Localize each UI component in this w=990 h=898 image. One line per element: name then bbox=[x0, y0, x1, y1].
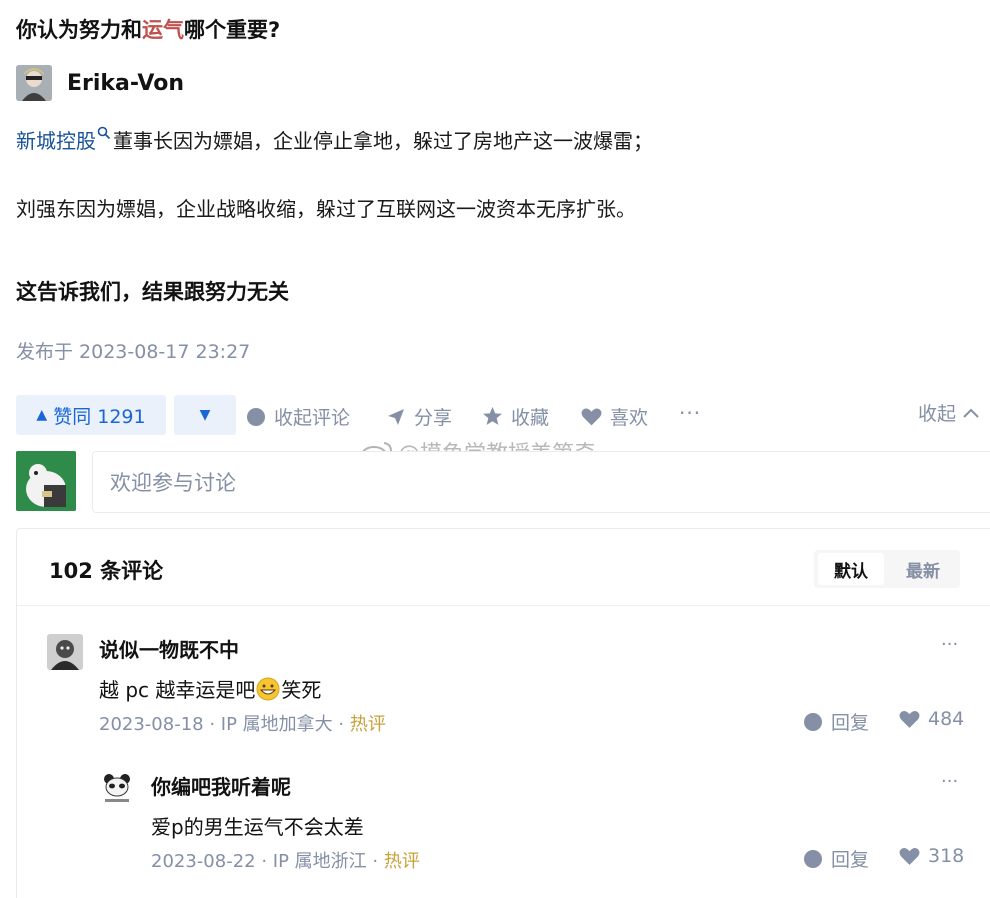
question-title-highlight: 运气 bbox=[142, 18, 184, 42]
comment-date: 2023-08-22 bbox=[151, 851, 256, 872]
like-label: 喜欢 bbox=[610, 407, 649, 429]
comment-count: 102 条评论 bbox=[49, 559, 164, 583]
sort-default-tab[interactable]: 默认 bbox=[818, 553, 884, 585]
comment-input[interactable]: 欢迎参与讨论 bbox=[92, 451, 990, 513]
comment-item: 你编吧我听着呢 ··· 爱p的男生运气不会太差 2023-08-22 · IP … bbox=[99, 771, 990, 881]
comment-author[interactable]: 说似一物既不中 bbox=[99, 634, 239, 663]
share-label: 分享 bbox=[414, 407, 453, 429]
sort-switch: 默认 最新 bbox=[814, 550, 960, 588]
comment-text: 越 pc 越幸运是吧 笑死 bbox=[99, 674, 321, 703]
heart-icon bbox=[899, 710, 920, 728]
answer-line-2: 刘强东因为嫖娼，企业战略收缩，躲过了互联网这一波资本无序扩张。 bbox=[16, 197, 636, 221]
my-avatar-image bbox=[16, 451, 76, 511]
meta-separator: · bbox=[372, 851, 384, 872]
author-row: Erika-Von bbox=[16, 64, 184, 102]
comment-input-row: 欢迎参与讨论 bbox=[16, 451, 990, 513]
grin-emoji-icon bbox=[256, 677, 280, 700]
meta-separator: · bbox=[209, 714, 221, 735]
star-icon bbox=[483, 407, 502, 425]
comment-ip-location: IP 属地浙江 bbox=[272, 851, 367, 872]
comment-like-count: 484 bbox=[928, 708, 965, 730]
comments-header: 102 条评论 默认 最新 bbox=[17, 529, 990, 606]
sort-latest-tab[interactable]: 最新 bbox=[890, 553, 956, 585]
meta-separator: · bbox=[261, 851, 273, 872]
reply-label: 回复 bbox=[831, 849, 870, 871]
comment-like-count: 318 bbox=[928, 845, 965, 867]
comment-meta: 2023-08-18 · IP 属地加拿大 · 热评 bbox=[99, 710, 386, 736]
collapse-comments-label: 收起评论 bbox=[274, 407, 351, 429]
comment-avatar-image bbox=[99, 771, 135, 807]
reply-bubble-icon bbox=[804, 849, 822, 868]
question-title-part1: 你认为努力和 bbox=[16, 18, 142, 42]
share-icon bbox=[388, 408, 404, 425]
reply-button[interactable]: 回复 bbox=[803, 845, 869, 872]
like-button[interactable]: 喜欢 bbox=[581, 403, 648, 430]
author-name[interactable]: Erika-Von bbox=[67, 71, 184, 96]
heart-icon bbox=[899, 847, 920, 865]
meta-separator: · bbox=[338, 714, 350, 735]
upvote-arrow-icon: ▲ bbox=[36, 407, 48, 423]
keyword-link[interactable]: 新城控股 bbox=[16, 129, 96, 153]
publish-time: 发布于 2023-08-17 23:27 bbox=[16, 341, 251, 363]
downvote-arrow-icon: ▼ bbox=[199, 407, 211, 423]
action-bar: ▲ 赞同 1291 ▼ 收起评论 分享 收藏 喜欢 ··· 收起 bbox=[16, 393, 990, 437]
reply-button[interactable]: 回复 bbox=[803, 708, 869, 735]
comment-item: 说似一物既不中 ··· 越 pc 越幸运是吧 笑死 2023-08-18 · I… bbox=[47, 634, 990, 744]
comment-like-button[interactable]: 484 bbox=[899, 708, 964, 730]
my-avatar[interactable] bbox=[16, 451, 76, 511]
comment-like-button[interactable]: 318 bbox=[899, 845, 964, 867]
comment-date: 2023-08-18 bbox=[99, 714, 204, 735]
answer-line-3: 这告诉我们，结果跟努力无关 bbox=[16, 280, 289, 304]
chevron-up-icon bbox=[963, 408, 979, 418]
comment-bubble-icon bbox=[247, 407, 265, 426]
comment-avatar[interactable] bbox=[99, 771, 135, 807]
question-title[interactable]: 你认为努力和运气哪个重要? bbox=[16, 14, 280, 44]
more-options-button[interactable]: ··· bbox=[679, 401, 701, 425]
collapse-answer-button[interactable]: 收起 bbox=[918, 399, 980, 426]
author-avatar[interactable] bbox=[16, 65, 52, 101]
hot-comment-badge: 热评 bbox=[383, 851, 420, 872]
comment-ip-location: IP 属地加拿大 bbox=[220, 714, 333, 735]
hot-comment-badge: 热评 bbox=[349, 714, 386, 735]
upvote-label: 赞同 1291 bbox=[53, 405, 146, 428]
comment-meta: 2023-08-22 · IP 属地浙江 · 热评 bbox=[151, 847, 420, 873]
comment-more-button[interactable]: ··· bbox=[941, 634, 958, 655]
comment-avatar[interactable] bbox=[47, 634, 83, 670]
reply-label: 回复 bbox=[831, 712, 870, 734]
share-button[interactable]: 分享 bbox=[386, 403, 452, 430]
downvote-button[interactable]: ▼ bbox=[174, 395, 236, 435]
author-avatar-image bbox=[16, 65, 52, 101]
comment-text-part2: 笑死 bbox=[281, 678, 322, 702]
comment-author[interactable]: 你编吧我听着呢 bbox=[151, 771, 291, 800]
question-title-part2: 哪个重要? bbox=[184, 18, 281, 42]
answer-line-1-rest: 董事长因为嫖娼，企业停止拿地，躲过了房地产这一波爆雷； bbox=[113, 129, 653, 153]
comment-more-button[interactable]: ··· bbox=[941, 771, 958, 792]
comment-avatar-image bbox=[47, 634, 83, 670]
collapse-label: 收起 bbox=[918, 403, 957, 425]
heart-icon bbox=[581, 407, 602, 425]
comments-panel: 102 条评论 默认 最新 说似一物既不中 ··· 越 pc 越幸运是吧 笑死 … bbox=[16, 528, 990, 898]
comment-text-part1: 越 pc 越幸运是吧 bbox=[99, 678, 256, 702]
search-icon bbox=[97, 127, 111, 140]
favorite-label: 收藏 bbox=[511, 407, 550, 429]
reply-bubble-icon bbox=[804, 712, 822, 731]
collapse-comments-button[interactable]: 收起评论 bbox=[246, 403, 350, 430]
comment-text: 爱p的男生运气不会太差 bbox=[151, 815, 364, 839]
favorite-button[interactable]: 收藏 bbox=[482, 403, 549, 430]
answer-line-1: 新城控股 董事长因为嫖娼，企业停止拿地，躲过了房地产这一波爆雷； bbox=[16, 125, 653, 154]
upvote-button[interactable]: ▲ 赞同 1291 bbox=[16, 395, 166, 435]
